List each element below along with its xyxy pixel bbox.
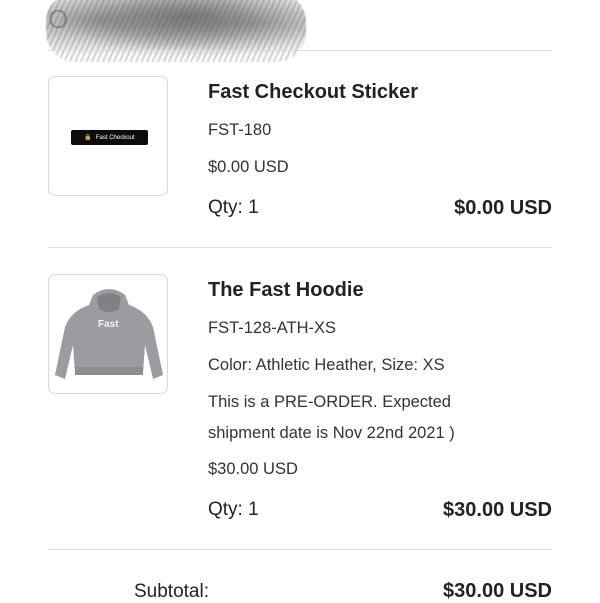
item-sku: FST-180: [208, 121, 272, 139]
item-note-line-1: This is a PRE-ORDER. Expected: [208, 393, 451, 411]
lock-icon: 🔒: [84, 135, 92, 141]
item-variant: Color: Athletic Heather, Size: XS: [208, 356, 445, 374]
item-thumbnail-sticker[interactable]: 🔒 Fast Checkout: [48, 76, 168, 196]
item-unit-price: $30.00 USD: [208, 460, 298, 478]
item-unit-price: $0.00 USD: [208, 158, 289, 176]
sticker-image: 🔒 Fast Checkout: [71, 130, 148, 145]
hoodie-image: [55, 289, 163, 379]
item-thumbnail-hoodie[interactable]: Fast: [48, 274, 168, 394]
item-sku: FST-128-ATH-XS: [208, 319, 337, 337]
hoodie-logo-text: Fast: [98, 319, 119, 330]
divider-item-2: [48, 549, 552, 550]
item-title[interactable]: Fast Checkout Sticker: [208, 81, 418, 104]
item-qty: Qty: 1: [208, 499, 259, 520]
item-title[interactable]: The Fast Hoodie: [208, 279, 364, 302]
scribble-redaction: [46, 0, 306, 62]
item-line-total: $0.00 USD: [454, 197, 552, 219]
divider-item-1: [48, 247, 552, 248]
sticker-image-label: Fast Checkout: [95, 134, 135, 141]
item-note-line-2: shipment date is Nov 22nd 2021 ): [208, 424, 455, 442]
divider-top: [48, 50, 552, 51]
item-line-total: $30.00 USD: [443, 499, 552, 521]
item-qty: Qty: 1: [208, 197, 259, 218]
